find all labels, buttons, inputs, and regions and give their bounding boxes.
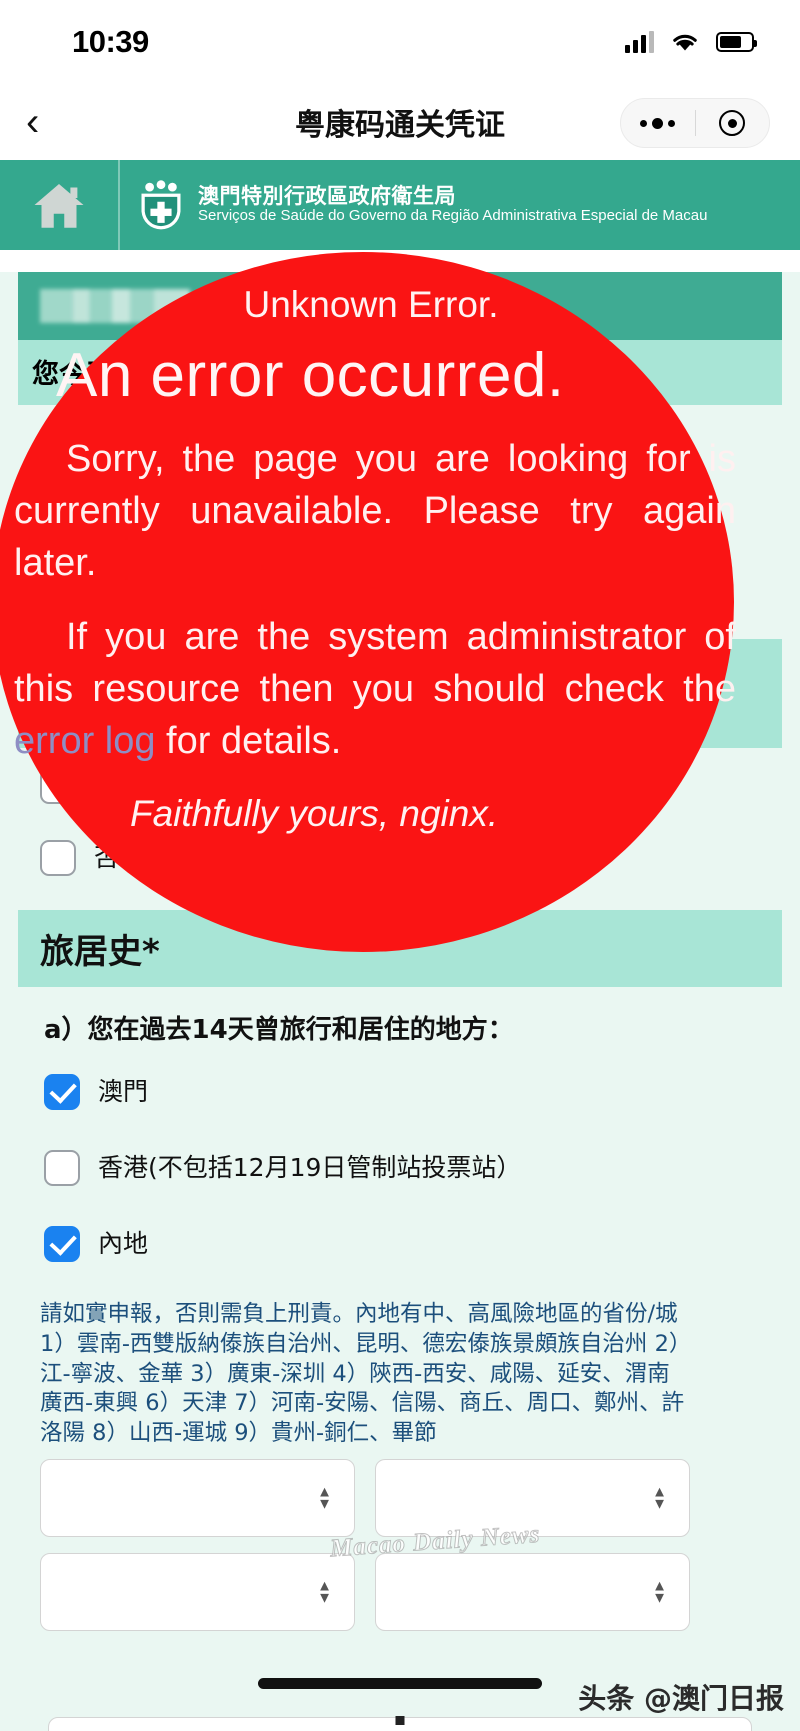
checkbox-checked-icon[interactable] — [44, 1074, 80, 1111]
province-select-1[interactable]: ▲ ▼ — [40, 1458, 355, 1537]
notice-line: 1）雲南-西雙版納傣族自治州、昆明、德宏傣族景頗族自治州 2） — [40, 1331, 692, 1358]
status-bar: 10:39 — [0, 0, 800, 84]
wechat-capsule — [620, 98, 770, 148]
select-row-2: ▲ ▼ ▲ ▼ — [40, 1552, 784, 1631]
travel-option-macau[interactable]: 澳門 — [44, 1072, 760, 1111]
org-name: 澳門特別行政區政府衛生局 Serviços de Saúde do Govern… — [192, 183, 708, 225]
nav-bar: ‹ 粤康码通关凭证 — [0, 84, 800, 160]
cellular-bars-icon — [625, 31, 654, 53]
home-icon — [34, 184, 84, 228]
city-select-2[interactable]: ▲ ▼ — [375, 1552, 690, 1631]
travel-title-text: 旅居史 — [40, 932, 142, 973]
required-mark: * — [142, 932, 160, 973]
notice-line: 廣西-東興 6）天津 7）河南-安陽、信陽、商丘、周口、鄭州、許 — [40, 1390, 685, 1417]
home-indicator — [258, 1678, 542, 1689]
error-overlay-circle — [0, 252, 734, 952]
org-name-cn: 澳門特別行政區政府衛生局 — [198, 183, 456, 208]
battery-icon — [716, 32, 757, 52]
home-button[interactable] — [0, 160, 120, 250]
bottom-dot-marker — [395, 1716, 405, 1725]
chevron-updown-icon: ▲ ▼ — [317, 1577, 332, 1607]
notice-line: 江-寧波、金華 3）廣東-深圳 4）陝西-西安、咸陽、延安、渭南 — [40, 1360, 670, 1387]
phone-screen: 10:39 ‹ 粤康码通关凭证 澳門特別行政區政府衛生局 Serviços de… — [0, 0, 800, 1731]
org-name-pt: Serviços de Saúde do Governo da Região A… — [198, 207, 708, 225]
travel-option-label: 香港(不包括12月19日管制站投票站） — [98, 1153, 522, 1183]
province-select-2[interactable]: ▲ ▼ — [40, 1552, 355, 1631]
checkbox-icon[interactable] — [40, 840, 76, 877]
more-dots-icon — [640, 117, 676, 129]
chevron-updown-icon: ▲ ▼ — [317, 1483, 332, 1513]
target-circle-icon — [719, 110, 746, 136]
notice-line: 洛陽 8）山西-運城 9）貴州-銅仁、畢節 — [40, 1420, 437, 1447]
checkbox-checked-icon[interactable] — [44, 1226, 80, 1263]
health-shield-icon — [141, 180, 181, 230]
travel-option-hongkong[interactable]: 香港(不包括12月19日管制站投票站） — [44, 1148, 760, 1187]
travel-options: 澳門 香港(不包括12月19日管制站投票站） 內地 — [0, 1046, 800, 1263]
travel-option-label: 內地 — [98, 1229, 149, 1259]
risk-area-notice: 請如實申報，否則需負上刑責。內地有中、高風險地區的省份/城 1）雲南-西雙版納傣… — [0, 1300, 800, 1448]
status-icons — [625, 31, 757, 53]
travel-option-label: 澳門 — [98, 1077, 149, 1107]
status-time: 10:39 — [72, 24, 149, 59]
watermark-bottom-right: 头条 @澳门日报 — [578, 1682, 784, 1715]
notice-line: 請如實申報，否則需負上刑責。內地有中、高風險地區的省份/城 — [40, 1301, 678, 1328]
travel-option-mainland[interactable]: 內地 — [44, 1224, 760, 1263]
travel-subquestion: a）您在過去14天曾旅行和居住的地方： — [44, 1015, 514, 1046]
select-row-1: ▲ ▼ ▲ ▼ — [40, 1458, 784, 1537]
checkbox-icon[interactable] — [44, 1150, 80, 1187]
close-button[interactable] — [696, 110, 770, 136]
wifi-icon — [673, 34, 697, 51]
chevron-updown-icon: ▲ ▼ — [652, 1577, 667, 1607]
chevron-updown-icon: ▲ ▼ — [652, 1483, 667, 1513]
org-header: 澳門特別行政區政府衛生局 Serviços de Saúde do Govern… — [0, 160, 800, 250]
more-button[interactable] — [621, 117, 695, 129]
health-shield-logo — [130, 179, 192, 231]
